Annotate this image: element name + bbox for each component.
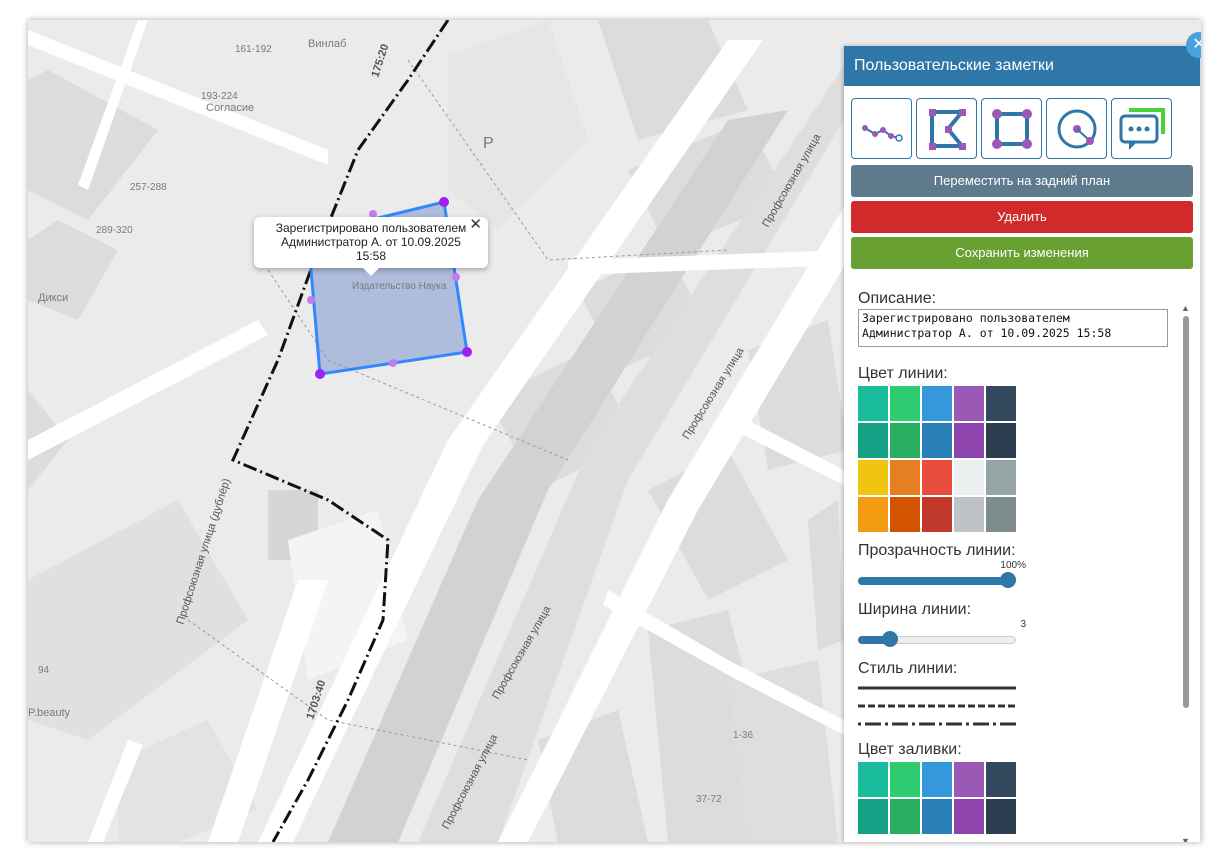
note-popup: Зарегистрировано пользователем Администр… (254, 217, 488, 276)
house-number: 289-320 (96, 225, 133, 236)
comment-icon (1119, 107, 1165, 150)
color-swatch[interactable] (954, 423, 984, 458)
popup-text: Зарегистрировано пользователем Администр… (275, 221, 467, 263)
color-swatch[interactable] (922, 497, 952, 532)
house-number: 1-36 (733, 730, 753, 741)
line-width-value: 3 (1020, 619, 1026, 630)
scroll-down-icon[interactable]: ▼ (1181, 836, 1190, 842)
poi-pbeauty: P.beauty (28, 707, 71, 719)
rectangle-tool-button[interactable] (981, 98, 1042, 159)
line-style-label: Стиль линии: (858, 660, 958, 677)
house-number: 193-224 (201, 91, 238, 102)
color-swatch[interactable] (986, 799, 1016, 834)
line-opacity-label: Прозрачность линии: (858, 542, 1016, 559)
polygon-icon (928, 108, 966, 150)
scroll-up-icon[interactable]: ▲ (1181, 303, 1190, 313)
fill-color-palette (858, 762, 1178, 834)
color-swatch[interactable] (954, 762, 984, 797)
color-swatch[interactable] (986, 423, 1016, 458)
polyline-tool-button[interactable] (851, 98, 912, 159)
color-swatch[interactable] (986, 497, 1016, 532)
house-number: 37-72 (696, 794, 722, 805)
circle-icon (1057, 109, 1096, 148)
color-swatch[interactable] (858, 460, 888, 495)
color-swatch[interactable] (858, 386, 888, 421)
fill-color-label: Цвет заливки: (858, 741, 962, 758)
poi-publisher: Издательство Наука (352, 281, 447, 292)
color-swatch[interactable] (890, 423, 920, 458)
popup-tip (362, 267, 380, 276)
color-swatch[interactable] (954, 386, 984, 421)
circle-tool-button[interactable] (1046, 98, 1107, 159)
house-number: 161-192 (235, 44, 272, 55)
color-swatch[interactable] (890, 762, 920, 797)
poi-soglasie: Согласие (206, 102, 254, 114)
color-swatch[interactable] (858, 799, 888, 834)
poi-diksi: Дикси (38, 292, 68, 304)
comment-tool-button[interactable] (1111, 98, 1172, 159)
line-width-label: Ширина линии: (858, 601, 972, 618)
style-form: Описание: Зарегистрировано пользователем… (858, 290, 1178, 834)
line-opacity-slider[interactable] (858, 571, 1016, 589)
description-label: Описание: (858, 290, 937, 307)
delete-button[interactable]: Удалить (851, 201, 1193, 233)
color-swatch[interactable] (890, 386, 920, 421)
color-swatch[interactable] (922, 460, 952, 495)
draw-toolbar (851, 98, 1172, 159)
map-viewport[interactable]: Винлаб Согласие Дикси Издательство Наука… (28, 20, 1201, 842)
poi-vinlab: Винлаб (308, 38, 346, 50)
color-swatch[interactable] (954, 799, 984, 834)
save-button[interactable]: Сохранить изменения (851, 237, 1193, 269)
color-swatch[interactable] (986, 460, 1016, 495)
description-textarea[interactable]: Зарегистрировано пользователем Администр… (858, 309, 1168, 347)
color-swatch[interactable] (922, 386, 952, 421)
line-width-slider[interactable] (858, 630, 1016, 648)
polyline-icon (861, 124, 903, 142)
color-swatch[interactable] (922, 423, 952, 458)
house-number: 94 (38, 665, 50, 676)
color-swatch[interactable] (922, 799, 952, 834)
color-swatch[interactable] (858, 762, 888, 797)
color-swatch[interactable] (954, 497, 984, 532)
line-opacity-value: 100% (1000, 560, 1026, 571)
color-swatch[interactable] (890, 799, 920, 834)
line-color-palette (858, 386, 1178, 532)
notes-panel: Пользовательские заметки ✕ Переместить н… (844, 32, 1201, 842)
color-swatch[interactable] (890, 497, 920, 532)
move-back-button[interactable]: Переместить на задний план (851, 165, 1193, 197)
color-swatch[interactable] (922, 762, 952, 797)
panel-scrollbar[interactable] (1183, 316, 1189, 708)
color-swatch[interactable] (986, 386, 1016, 421)
polygon-tool-button[interactable] (916, 98, 977, 159)
parking-label: P (483, 135, 494, 152)
panel-title: Пользовательские заметки (844, 46, 1200, 86)
color-swatch[interactable] (858, 497, 888, 532)
house-number: 257-288 (130, 182, 167, 193)
color-swatch[interactable] (986, 762, 1016, 797)
color-swatch[interactable] (954, 460, 984, 495)
color-swatch[interactable] (858, 423, 888, 458)
line-style-options[interactable] (858, 682, 1018, 732)
line-color-label: Цвет линии: (858, 365, 948, 382)
popup-close-icon[interactable]: ✕ (469, 217, 482, 232)
rectangle-icon (991, 108, 1032, 149)
color-swatch[interactable] (890, 460, 920, 495)
